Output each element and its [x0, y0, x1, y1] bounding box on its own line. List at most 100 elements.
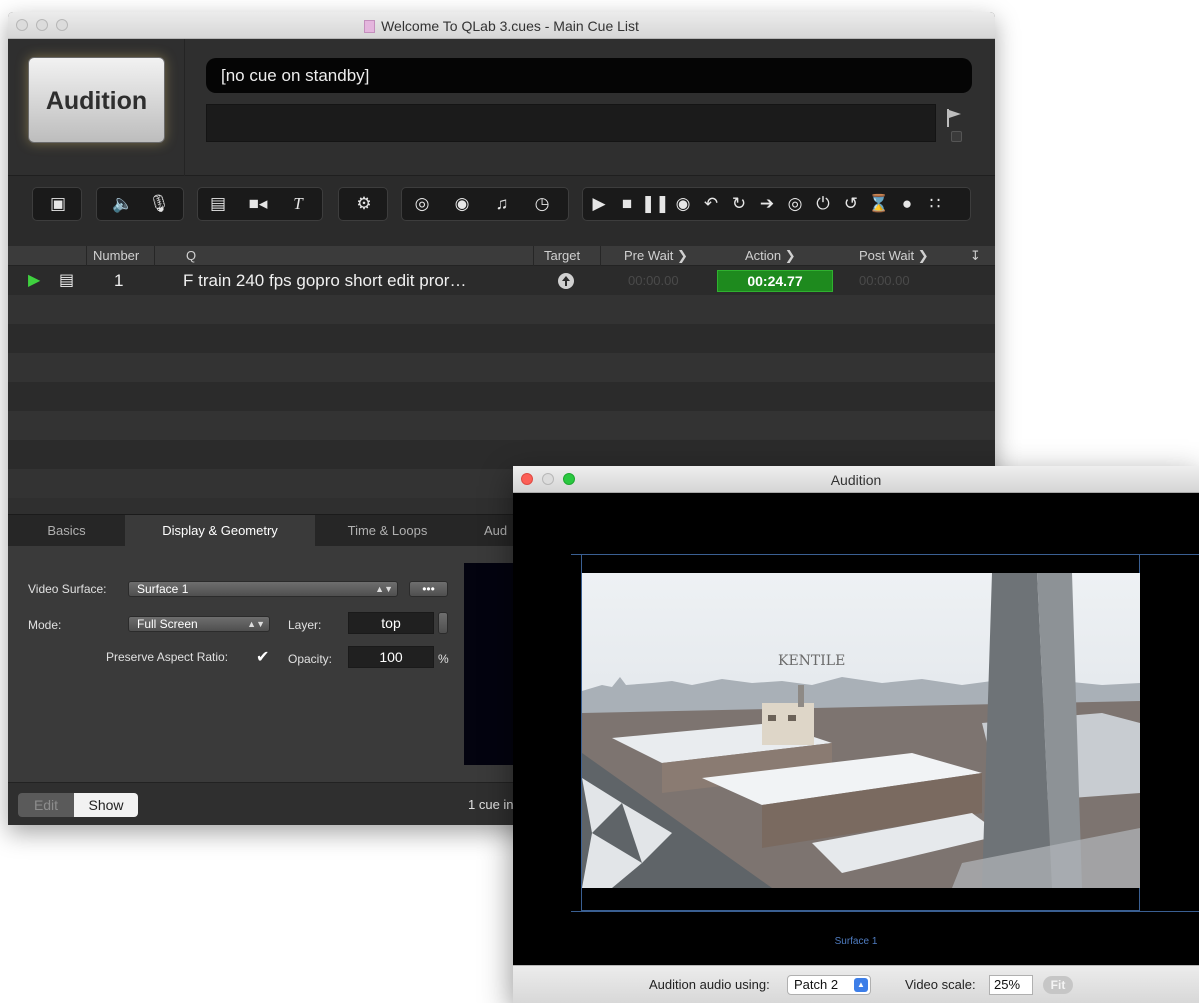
mode-select[interactable]: Full Screen ▲▼	[128, 616, 270, 632]
audition-window: Audition KENTILE Surface 1 Audition audi…	[513, 466, 1199, 1003]
row-band	[8, 440, 995, 469]
cue-list-header: Number Q Target Pre Wait ❯ Action ❯ Post…	[8, 246, 995, 266]
record-icon[interactable]: ◉	[669, 188, 697, 220]
column-post-wait[interactable]: Post Wait ❯	[859, 246, 929, 266]
video-surface-select[interactable]: Surface 1 ▲▼	[128, 581, 398, 597]
arrow-right-icon[interactable]: ➔	[753, 188, 781, 220]
column-post-wait-label: Post Wait	[859, 248, 915, 263]
cue-name[interactable]: F train 240 fps gopro short edit pror…	[183, 266, 466, 295]
camera-icon[interactable]: ■◂	[244, 188, 272, 220]
column-separator	[86, 246, 87, 266]
flag-icon[interactable]	[946, 109, 962, 127]
opacity-field[interactable]: 100	[348, 646, 434, 668]
show-mode-button[interactable]: Show	[74, 793, 138, 817]
column-pre-wait-label: Pre Wait	[624, 248, 674, 263]
video-frame-image: KENTILE	[582, 573, 1140, 888]
toolbar-group-audio: 🔈 🎙	[96, 187, 184, 221]
post-wait-value[interactable]: 00:00.00	[859, 266, 910, 295]
row-band	[8, 324, 995, 353]
document-icon	[364, 20, 376, 33]
film-icon: ▤	[59, 272, 75, 289]
tab-display-geometry[interactable]: Display & Geometry	[125, 515, 315, 547]
surface-options-button[interactable]: •••	[409, 581, 448, 597]
preserve-aspect-checkbox[interactable]: ✔	[256, 647, 269, 667]
row-band	[8, 411, 995, 440]
undo-icon[interactable]: ↶	[697, 188, 725, 220]
chevron-updown-icon: ▲	[854, 978, 868, 992]
audition-audio-select[interactable]: Patch 2 ▲	[787, 975, 871, 995]
chevron-right-icon: ❯	[784, 248, 796, 263]
hourglass-icon[interactable]: ⌛	[865, 188, 893, 220]
tab-time-loops[interactable]: Time & Loops	[315, 515, 460, 547]
toolbar-group-fade: ⚙	[338, 187, 388, 221]
photo-sign-text: KENTILE	[778, 653, 845, 669]
go-pane: Audition	[8, 39, 185, 176]
video-surface-value: Surface 1	[137, 582, 189, 596]
pre-wait-value[interactable]: 00:00.00	[628, 266, 679, 295]
audition-titlebar: Audition	[513, 466, 1199, 493]
chevron-right-icon: ❯	[676, 248, 688, 263]
tab-audio[interactable]: Aud	[460, 515, 520, 547]
speech-icon[interactable]: ●	[893, 188, 921, 220]
flag-checkbox[interactable]	[951, 131, 962, 142]
music-note-icon[interactable]: ♫	[488, 188, 516, 220]
window-title: Welcome To QLab 3.cues - Main Cue List	[381, 18, 639, 34]
stack-icon[interactable]: ▣	[44, 188, 72, 220]
cue-notes-field[interactable]	[206, 104, 936, 142]
audition-audio-value: Patch 2	[794, 977, 839, 992]
layer-field[interactable]: top	[348, 612, 434, 634]
column-action[interactable]: Action ❯	[745, 246, 796, 266]
audition-controls: Audition audio using: Patch 2 ▲ Video sca…	[513, 965, 1199, 1003]
column-action-label: Action	[745, 248, 782, 263]
standby-display: [no cue on standby]	[206, 58, 972, 93]
microphone-icon[interactable]: 🎙	[145, 188, 173, 220]
target-go-icon[interactable]: ◎	[781, 188, 809, 220]
video-surface-label: Video Surface:	[28, 582, 107, 596]
arrow-down-icon[interactable]: ↧	[970, 246, 981, 266]
action-value[interactable]: 00:24.77	[717, 270, 833, 292]
redo-icon[interactable]: ↻	[725, 188, 753, 220]
target-icon[interactable]	[557, 266, 575, 295]
layer-label: Layer:	[288, 618, 322, 632]
go-button[interactable]: Audition	[28, 57, 165, 143]
column-q[interactable]: Q	[186, 246, 196, 266]
video-scale-field[interactable]: 25%	[989, 975, 1033, 995]
text-icon[interactable]: T	[284, 188, 312, 220]
window-title-container: Welcome To QLab 3.cues - Main Cue List	[8, 18, 995, 34]
column-separator	[154, 246, 155, 266]
play-icon[interactable]: ▶	[585, 188, 613, 220]
pause-icon[interactable]: ❚❚	[641, 188, 670, 220]
opacity-label: Opacity:	[288, 652, 333, 666]
globe-icon[interactable]: ◉	[448, 188, 476, 220]
fit-button[interactable]: Fit	[1043, 976, 1073, 994]
play-icon: ▶	[28, 272, 41, 289]
table-row[interactable]: ▶ ▤ 1 F train 240 fps gopro short edit p…	[8, 266, 995, 295]
cue-toolbar: ▣ 🔈 🎙 ▤ ■◂ T ⚙ ◎ ◉ ♫ ◷ ▶ ■ ❚❚ ◉ ↶ ↻ ➔ ◎	[8, 176, 995, 246]
go-and-standby-area: Audition [no cue on standby]	[8, 39, 995, 176]
audition-canvas: KENTILE Surface 1	[513, 493, 1199, 965]
clock-icon[interactable]: ◷	[528, 188, 556, 220]
power-icon[interactable]: ⏻	[809, 188, 837, 220]
surface-name-label: Surface 1	[834, 936, 878, 947]
mixer-icon[interactable]: ⚙	[350, 188, 378, 220]
audition-audio-label: Audition audio using:	[649, 977, 770, 992]
opacity-unit: %	[438, 652, 449, 666]
mode-label: Mode:	[28, 618, 62, 632]
film-icon[interactable]: ▤	[204, 188, 232, 220]
toolbar-group-group: ▣	[32, 187, 82, 221]
column-number[interactable]: Number	[93, 246, 139, 266]
guide-line	[571, 911, 1199, 912]
edit-mode-button[interactable]: Edit	[18, 793, 74, 817]
column-pre-wait[interactable]: Pre Wait ❯	[624, 246, 688, 266]
target-icon[interactable]: ◎	[408, 188, 436, 220]
row-band	[8, 353, 995, 382]
stop-icon[interactable]: ■	[613, 188, 641, 220]
column-target[interactable]: Target	[544, 246, 580, 266]
cue-number[interactable]: 1	[114, 266, 123, 295]
tab-basics[interactable]: Basics	[8, 515, 125, 547]
loop-icon[interactable]: ↺	[837, 188, 865, 220]
column-separator	[533, 246, 534, 266]
speaker-icon[interactable]: 🔈	[109, 188, 137, 220]
layer-stepper[interactable]	[438, 612, 448, 634]
grid-icon[interactable]: ∷	[921, 188, 949, 220]
